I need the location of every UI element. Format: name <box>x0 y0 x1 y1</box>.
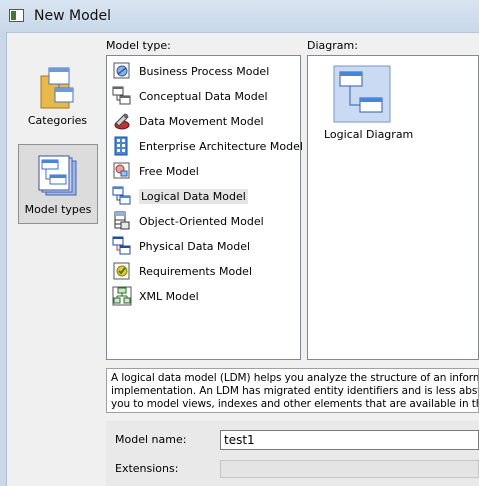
diagram-list[interactable]: Logical Diagram <box>307 55 479 360</box>
xml-model-icon <box>112 286 132 306</box>
model-name-label: Model name: <box>115 433 187 446</box>
diagram-item-label: Logical Diagram <box>324 128 414 141</box>
list-item-conceptual-data-model[interactable]: Conceptual Data Model <box>112 85 268 107</box>
logical-diagram-icon <box>333 65 391 123</box>
description-line: you to model views, indexes and other el… <box>111 398 478 410</box>
extensions-label: Extensions: <box>115 462 179 475</box>
list-item-enterprise-architecture-model[interactable]: Enterprise Architecture Model <box>112 135 303 157</box>
free-model-icon <box>113 162 130 179</box>
list-item-object-oriented-model[interactable]: Object-Oriented Model <box>112 210 264 232</box>
physical-data-model-icon <box>112 236 131 255</box>
list-item-label: Logical Data Model <box>139 188 248 204</box>
description-line: implementation. An LDM has migrated enti… <box>111 385 478 397</box>
model-types-button[interactable]: Model types <box>18 144 98 224</box>
window-title: New Model <box>34 8 112 24</box>
list-item-data-movement-model[interactable]: Data Movement Model <box>112 110 264 132</box>
description-box: A logical data model (LDM) helps you ana… <box>106 368 479 413</box>
model-types-label: Model types <box>24 203 92 216</box>
diagram-item-logical-diagram[interactable]: Logical Diagram <box>322 62 413 152</box>
list-item-logical-data-model[interactable]: Logical Data Model <box>112 185 248 207</box>
model-type-label: Model type: <box>106 39 171 52</box>
logical-data-model-icon <box>112 186 131 205</box>
list-item-physical-data-model[interactable]: Physical Data Model <box>112 235 250 257</box>
app-window-icon <box>9 9 24 22</box>
list-item-free-model[interactable]: Free Model <box>112 160 199 182</box>
requirements-model-icon <box>113 262 130 280</box>
description-line: A logical data model (LDM) helps you ana… <box>111 372 478 384</box>
model-types-icon <box>38 155 77 196</box>
data-movement-model-icon <box>114 113 130 130</box>
list-item-label: XML Model <box>139 289 199 303</box>
window-border <box>0 32 7 486</box>
list-item-label: Data Movement Model <box>139 114 264 128</box>
extensions-field[interactable] <box>220 460 479 478</box>
categories-label: Categories <box>27 114 88 127</box>
list-item-label: Conceptual Data Model <box>139 89 268 103</box>
model-type-list[interactable]: Business Process Model Conceptual Data M… <box>106 55 303 360</box>
list-item-xml-model[interactable]: XML Model <box>112 285 199 307</box>
title-bar[interactable]: New Model <box>0 0 479 33</box>
list-item-label: Business Process Model <box>139 64 270 78</box>
categories-button[interactable]: Categories <box>25 60 90 132</box>
list-item-label: Object-Oriented Model <box>139 214 264 228</box>
categories-folder-icon <box>40 67 74 109</box>
model-name-input[interactable]: test1 <box>220 430 479 450</box>
list-item-requirements-model[interactable]: Requirements Model <box>112 260 252 282</box>
business-process-model-icon <box>113 62 130 79</box>
list-item-label: Enterprise Architecture Model <box>139 139 303 153</box>
diagram-label: Diagram: <box>307 39 358 52</box>
list-item-label: Physical Data Model <box>139 239 251 253</box>
list-item-label: Free Model <box>139 164 199 178</box>
object-oriented-model-icon <box>114 211 130 230</box>
list-item-business-process-model[interactable]: Business Process Model <box>112 60 269 82</box>
conceptual-data-model-icon <box>112 86 131 105</box>
enterprise-architecture-model-icon <box>114 136 128 156</box>
list-item-label: Requirements Model <box>139 264 252 278</box>
